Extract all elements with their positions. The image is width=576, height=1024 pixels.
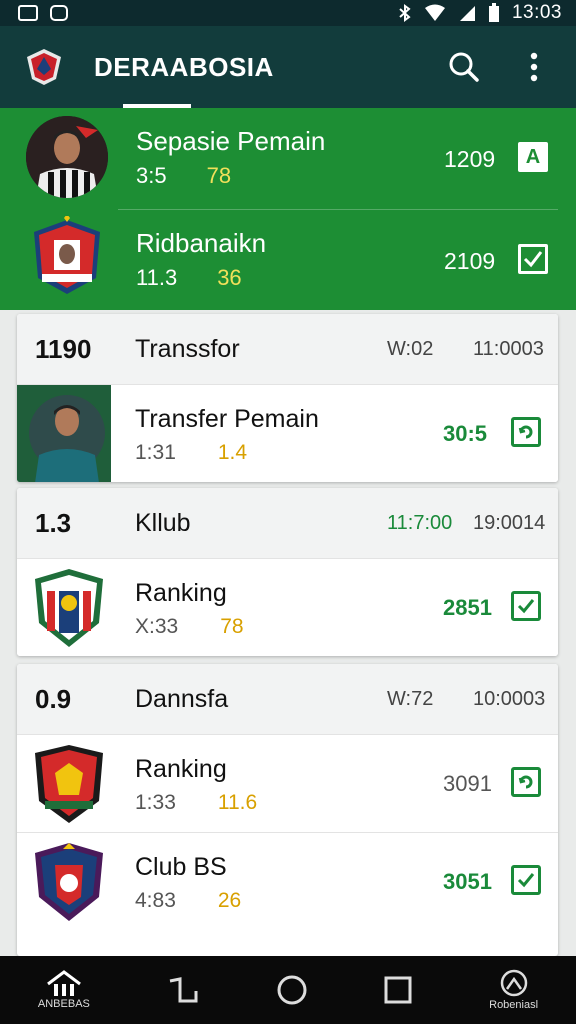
row-stat-a: 4:83: [135, 889, 176, 912]
row-action-button[interactable]: [511, 767, 541, 797]
row-value: 30:5: [443, 421, 488, 446]
featured-stat-a: 3:5: [136, 163, 167, 188]
card-meta: W:02: [387, 337, 434, 360]
nav-back[interactable]: [166, 975, 200, 1005]
card-meta: W:72: [387, 687, 434, 710]
featured-checkbox[interactable]: [518, 244, 548, 274]
status-time: 13:03: [511, 2, 562, 23]
circle-home-icon: [277, 975, 306, 1005]
check-icon: [523, 251, 543, 268]
row-value: 2851: [443, 595, 492, 620]
dannsfa-card: 0.9 Dannsfa W:72 10:0003 Ranking 1:33 11…: [17, 664, 558, 956]
status-bar: 13:03: [0, 0, 576, 26]
list-item[interactable]: Transfer Pemain 1:31 1.4 30:5: [17, 384, 558, 482]
wifi-icon: [424, 4, 445, 21]
featured-name: Sepasie Pemain: [136, 126, 326, 156]
club-crest-icon: [35, 745, 103, 823]
search-button[interactable]: [446, 49, 482, 85]
row-checkbox[interactable]: [511, 865, 541, 895]
battery-icon: [488, 3, 499, 22]
featured-stat-a: 11.3: [136, 265, 178, 290]
app-bar: DERAABOSIA: [0, 26, 576, 108]
card-meta-time: 19:0014: [473, 511, 546, 534]
list-item[interactable]: Ranking 1:33 11.6 3091: [17, 734, 558, 832]
player-photo-icon: [26, 116, 108, 198]
featured-section: Sepasie Pemain 3:5 78 1209 A Ridbanaikn: [0, 108, 576, 310]
home-icon: [46, 970, 81, 996]
row-checkbox[interactable]: [511, 591, 541, 621]
more-options-button[interactable]: [516, 49, 552, 85]
player-thumbnail: [17, 385, 111, 482]
row-action-button[interactable]: [511, 417, 541, 447]
row-stat-a: X:33: [135, 615, 179, 638]
featured-stat-b: 78: [206, 163, 232, 188]
more-vertical-icon: [530, 52, 538, 82]
nav-home-button[interactable]: [276, 974, 308, 1006]
signal-icon: [459, 6, 475, 21]
club-crest-icon: [35, 843, 103, 921]
row-stat-b: 1.4: [217, 441, 248, 464]
card-title: Transsfor: [135, 334, 240, 363]
featured-value: 1209: [444, 146, 496, 172]
club-crest: [26, 216, 108, 298]
card-title: Dannsfa: [135, 684, 229, 713]
gallery-icon: [18, 5, 38, 21]
featured-action-button[interactable]: A: [518, 142, 548, 172]
row-stat-b: 11.6: [217, 791, 258, 814]
profile-icon: [500, 969, 527, 997]
nav-profile-label: Robeniasl: [489, 999, 539, 1011]
card-header[interactable]: 1190 Transsfor W:02 11:0003: [17, 314, 558, 384]
club-crest-icon: [35, 569, 103, 647]
club-crest-icon: [34, 216, 100, 294]
refresh-icon: [518, 775, 533, 789]
check-icon: [517, 599, 535, 614]
camera-icon: [50, 5, 68, 21]
row-value: 3051: [443, 869, 492, 894]
club-card: 1.3 Kllub 11:7:00 19:0014 Ranking X:33 7…: [17, 488, 558, 656]
card-number: 1190: [35, 333, 92, 364]
row-value: 3091: [443, 771, 492, 796]
square-recents-icon: [384, 976, 412, 1004]
card-header[interactable]: 1.3 Kllub 11:7:00 19:0014: [17, 488, 558, 558]
search-icon: [449, 52, 479, 82]
nav-home-label: ANBEBAS: [37, 998, 90, 1010]
row-title: Transfer Pemain: [135, 405, 319, 433]
app-logo-icon[interactable]: [24, 47, 64, 87]
card-number: 1.3: [35, 507, 72, 538]
player-photo-icon: [17, 385, 111, 482]
list-item[interactable]: Ranking X:33 78 2851: [17, 558, 558, 656]
app-title: DERAABOSIA: [94, 51, 274, 82]
nav-home[interactable]: ANBEBAS: [38, 970, 90, 1010]
card-title: Kllub: [135, 508, 191, 537]
card-number: 0.9: [35, 683, 72, 714]
navigation-bar: ANBEBAS Robeniasl: [0, 956, 576, 1024]
row-title: Ranking: [135, 579, 227, 607]
refresh-icon: [518, 425, 533, 439]
transfer-card: 1190 Transsfor W:02 11:0003 Transfer Pem…: [17, 314, 558, 482]
row-stat-b: 78: [220, 615, 244, 638]
featured-item[interactable]: Sepasie Pemain 3:5 78 1209 A: [0, 108, 576, 208]
featured-value: 2109: [444, 248, 496, 274]
back-icon: [169, 977, 198, 1003]
row-stat-a: 1:33: [135, 791, 176, 814]
featured-item[interactable]: Ridbanaikn 11.3 36 2109: [0, 210, 576, 310]
card-header[interactable]: 0.9 Dannsfa W:72 10:0003: [17, 664, 558, 734]
nav-recents[interactable]: [383, 975, 413, 1005]
check-icon: [517, 873, 535, 888]
row-stat-a: 1:31: [135, 441, 176, 464]
nav-profile[interactable]: Robeniasl: [489, 969, 538, 1011]
row-title: Ranking: [135, 755, 227, 783]
row-stat-b: 26: [217, 889, 242, 912]
card-meta: 11:7:00: [387, 511, 453, 534]
flag-icon: A: [525, 145, 541, 168]
card-meta-time: 10:0003: [473, 687, 546, 710]
list-item[interactable]: Club BS 4:83 26 3051: [17, 832, 558, 930]
card-meta-time: 11:0003: [473, 337, 544, 360]
player-avatar: [26, 116, 108, 198]
bluetooth-icon: [399, 4, 411, 22]
featured-stat-b: 36: [217, 265, 242, 290]
row-title: Club BS: [135, 853, 227, 881]
featured-name: Ridbanaikn: [136, 228, 267, 258]
